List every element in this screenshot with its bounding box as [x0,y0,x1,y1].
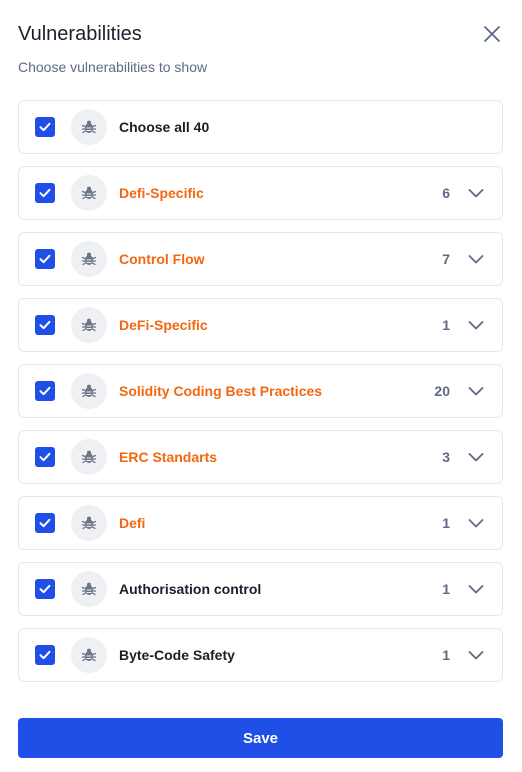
bug-icon [71,637,107,673]
category-label: Defi [119,515,146,531]
bug-icon [71,439,107,475]
chevron-down-icon[interactable] [466,513,486,533]
bug-icon [71,241,107,277]
category-label: DeFi-Specific [119,317,208,333]
category-count: 6 [442,185,450,201]
bug-icon [71,175,107,211]
category-label: Authorisation control [119,581,262,597]
bug-icon [71,505,107,541]
category-checkbox[interactable] [35,447,55,467]
choose-all-row[interactable]: Choose all 40 [18,100,503,154]
category-row[interactable]: Byte-Code Safety 1 [18,628,503,682]
category-row[interactable]: Solidity Coding Best Practices 20 [18,364,503,418]
chevron-down-icon[interactable] [466,249,486,269]
category-count: 1 [442,647,450,663]
category-checkbox[interactable] [35,513,55,533]
category-row[interactable]: Authorisation control 1 [18,562,503,616]
category-label: Solidity Coding Best Practices [119,383,323,399]
category-checkbox[interactable] [35,381,55,401]
dialog-title: Vulnerabilities [18,23,142,45]
category-row[interactable]: ERC Standarts 3 [18,430,503,484]
category-checkbox[interactable] [35,579,55,599]
category-checkbox[interactable] [35,249,55,269]
bug-icon [71,109,107,145]
chevron-down-icon[interactable] [466,315,486,335]
category-label: ERC Standarts [119,449,218,465]
bug-icon [71,307,107,343]
category-count: 3 [442,449,450,465]
category-row[interactable]: Defi-Specific 6 [18,166,503,220]
dialog-header: Vulnerabilities Choose vulnerabilities t… [18,20,504,76]
dialog-subtitle: Choose vulnerabilities to show [18,59,208,75]
category-count: 20 [434,383,450,399]
category-count: 1 [442,317,450,333]
vulnerability-list: Choose all 40 Defi-Specific 6 Control Fl… [18,100,503,694]
category-row[interactable]: Defi 1 [18,496,503,550]
save-button[interactable]: Save [18,718,503,758]
category-count: 1 [442,581,450,597]
category-label: Byte-Code Safety [119,647,235,663]
chevron-down-icon[interactable] [466,579,486,599]
category-count: 1 [442,515,450,531]
category-count: 7 [442,251,450,267]
close-icon[interactable] [480,22,504,46]
category-label: Defi-Specific [119,185,204,201]
category-checkbox[interactable] [35,315,55,335]
category-checkbox[interactable] [35,645,55,665]
bug-icon [71,373,107,409]
chevron-down-icon[interactable] [466,447,486,467]
choose-all-checkbox[interactable] [35,117,55,137]
choose-all-label: Choose all 40 [119,119,210,135]
category-row[interactable]: DeFi-Specific 1 [18,298,503,352]
category-checkbox[interactable] [35,183,55,203]
chevron-down-icon[interactable] [466,645,486,665]
chevron-down-icon[interactable] [466,183,486,203]
bug-icon [71,571,107,607]
category-row[interactable]: Control Flow 7 [18,232,503,286]
chevron-down-icon[interactable] [466,381,486,401]
category-label: Control Flow [119,251,205,267]
